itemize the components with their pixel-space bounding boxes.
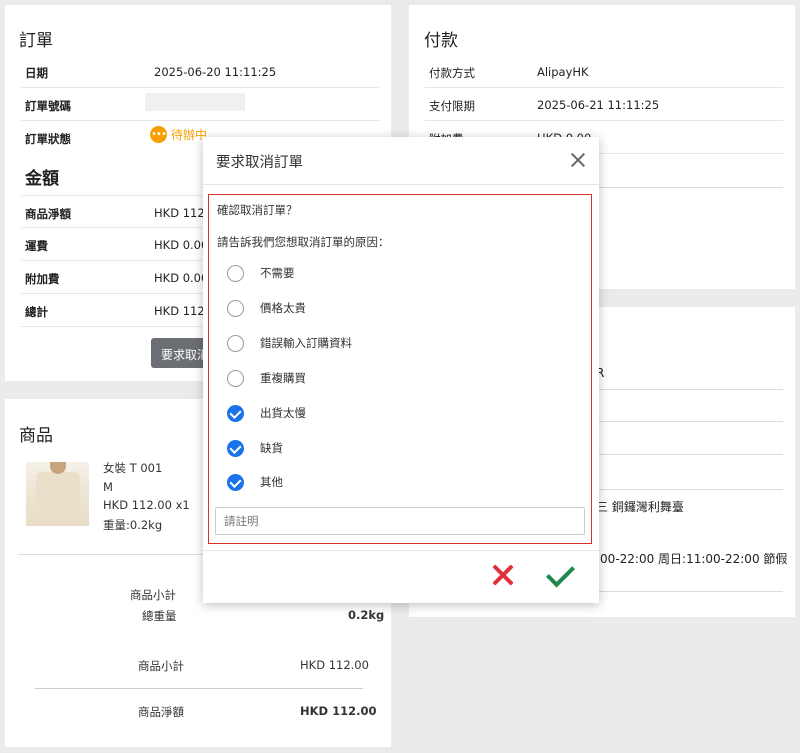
dialog-body: 確認取消訂單？ 請告訴我們您想取消訂單的原因： 不需要 價格太貴 錯誤輸入訂購資…	[208, 194, 592, 544]
shipping-partial-hours: :00-22:00 周日:11:00-22:00 節假	[596, 552, 788, 566]
payment-method-value: AlipayHK	[537, 65, 589, 79]
reason-option-other[interactable]: 其他	[227, 472, 283, 492]
payment-title: 付款	[424, 31, 458, 51]
subtotal-label: 商品小計	[130, 588, 176, 602]
product-size: M	[103, 480, 113, 494]
amount-net-label: 商品淨額	[25, 207, 71, 221]
net-label: 商品淨額	[138, 705, 184, 719]
reason-option-too-expensive[interactable]: 價格太貴	[227, 298, 306, 318]
status-text: 待辦中	[171, 128, 208, 142]
shipping-partial-address: 三 銅鑼灣利舞臺	[596, 500, 684, 514]
radio-unchecked-icon[interactable]	[227, 334, 244, 352]
check-circle-icon[interactable]	[227, 404, 244, 422]
status-badge: ••• 待辦中	[150, 126, 207, 143]
check-circle-icon[interactable]	[227, 439, 244, 457]
reason-label: 不需要	[260, 266, 295, 280]
product-image[interactable]	[26, 462, 89, 526]
more-icon: •••	[150, 126, 167, 143]
reason-prompt: 請告訴我們您想取消訂單的原因：	[217, 235, 390, 249]
reason-label: 價格太貴	[260, 301, 306, 315]
confirm-question: 確認取消訂單？	[217, 203, 298, 217]
confirm-check-icon[interactable]	[543, 562, 575, 588]
reason-option-slow-shipping[interactable]: 出貨太慢	[227, 403, 306, 423]
payment-method-label: 付款方式	[429, 66, 475, 80]
product-name[interactable]: 女裝 T 001	[103, 460, 162, 476]
cancel-x-icon[interactable]	[490, 562, 516, 588]
order-date-value: 2025-06-20 11:11:25	[154, 65, 277, 79]
subtotal2-value: HKD 112.00	[300, 658, 369, 672]
radio-unchecked-icon[interactable]	[227, 299, 244, 317]
order-status-label: 訂單狀態	[25, 132, 71, 146]
order-date-row: 日期 2025-06-20 11:11:25	[21, 55, 379, 88]
order-number-label: 訂單號碼	[25, 99, 71, 113]
reason-option-wrong-info[interactable]: 錯誤輸入訂購資料	[227, 333, 352, 353]
payment-deadline-label: 支付限期	[429, 99, 475, 113]
subtotal2-label: 商品小計	[138, 659, 184, 673]
amount-shipping-label: 運費	[25, 239, 48, 253]
reason-option-not-needed[interactable]: 不需要	[227, 263, 295, 283]
divider	[35, 688, 363, 689]
product-weight: 重量:0.2kg	[103, 518, 163, 532]
reason-label: 出貨太慢	[260, 406, 306, 420]
reason-option-duplicate[interactable]: 重複購買	[227, 368, 306, 388]
payment-deadline-value: 2025-06-21 11:11:25	[537, 98, 660, 112]
dialog-header: 要求取消訂單	[203, 137, 599, 185]
radio-unchecked-icon[interactable]	[227, 369, 244, 387]
note-input[interactable]	[215, 507, 585, 535]
order-number-redacted	[145, 93, 245, 111]
amount-title: 金額	[25, 169, 59, 189]
dialog-footer-divider	[203, 550, 599, 551]
cancel-order-dialog: 要求取消訂單 確認取消訂單？ 請告訴我們您想取消訂單的原因： 不需要 價格太貴 …	[203, 137, 599, 603]
dialog-title: 要求取消訂單	[216, 155, 303, 171]
order-date-label: 日期	[25, 66, 48, 80]
order-title: 訂單	[19, 31, 53, 51]
payment-deadline-row: 支付限期 2025-06-21 11:11:25	[425, 88, 783, 121]
total-weight-value: 0.2kg	[348, 608, 385, 622]
amount-surcharge-value: HKD 0.00	[154, 271, 209, 285]
reason-option-out-of-stock[interactable]: 缺貨	[227, 438, 283, 458]
products-title: 商品	[19, 426, 53, 446]
reason-label: 缺貨	[260, 441, 283, 455]
request-cancel-button[interactable]: 要求取消	[151, 338, 211, 368]
close-icon[interactable]	[569, 151, 587, 169]
check-circle-icon[interactable]	[227, 473, 244, 491]
amount-shipping-value: HKD 0.00	[154, 238, 209, 252]
payment-method-row: 付款方式 AlipayHK	[425, 55, 783, 88]
product-price: HKD 112.00 x1	[103, 498, 190, 512]
amount-total-label: 總計	[25, 305, 48, 319]
total-weight-label: 總重量	[142, 609, 177, 623]
radio-unchecked-icon[interactable]	[227, 264, 244, 282]
net-value: HKD 112.00	[300, 704, 377, 718]
reason-label: 其他	[260, 475, 283, 489]
reason-label: 錯誤輸入訂購資料	[260, 336, 352, 350]
reason-label: 重複購買	[260, 371, 306, 385]
amount-surcharge-label: 附加費	[25, 272, 60, 286]
shirt-shape	[36, 472, 80, 520]
